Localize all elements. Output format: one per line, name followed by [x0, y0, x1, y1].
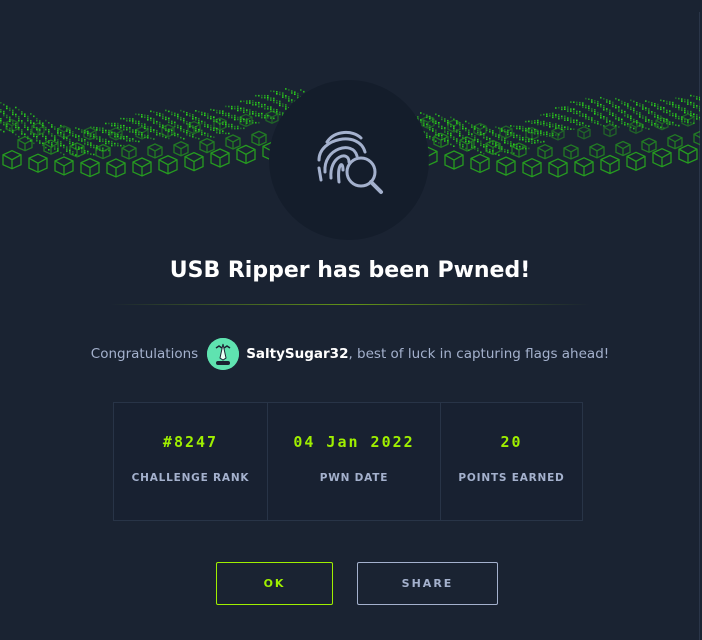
- congrats-line: Congratulations SaltySugar32 , best of l…: [0, 338, 700, 370]
- stat-value: #8247: [162, 433, 219, 451]
- congrats-suffix: , best of luck in capturing flags ahead!: [348, 346, 610, 362]
- stats-panel: #8247 CHALLENGE RANK 04 Jan 2022 PWN DAT…: [113, 402, 583, 521]
- title-divider: [110, 304, 590, 305]
- stat-points-earned: 20 POINTS EARNED: [441, 403, 582, 520]
- user-avatar[interactable]: [207, 338, 240, 370]
- pwned-dialog: USB Ripper has been Pwned! Congratulatio…: [0, 0, 700, 640]
- dialog-top-strip: [0, 0, 700, 12]
- dialog-title: USB Ripper has been Pwned!: [169, 258, 531, 283]
- ok-button[interactable]: OK: [216, 562, 333, 605]
- stat-label: CHALLENGE RANK: [131, 472, 250, 484]
- stat-label: POINTS EARNED: [458, 472, 565, 484]
- stat-challenge-rank: #8247 CHALLENGE RANK: [114, 403, 268, 520]
- avatar-face-icon: [207, 338, 240, 370]
- username-link[interactable]: SaltySugar32: [246, 346, 348, 362]
- share-button[interactable]: SHARE: [357, 562, 498, 605]
- fingerprint-search-icon: [317, 131, 383, 194]
- challenge-badge: [269, 80, 429, 240]
- stat-value: 04 Jan 2022: [293, 433, 415, 451]
- stat-pwn-date: 04 Jan 2022 PWN DATE: [268, 403, 441, 520]
- stat-value: 20: [500, 433, 523, 451]
- stat-label: PWN DATE: [319, 472, 389, 484]
- congrats-prefix: Congratulations: [90, 346, 199, 362]
